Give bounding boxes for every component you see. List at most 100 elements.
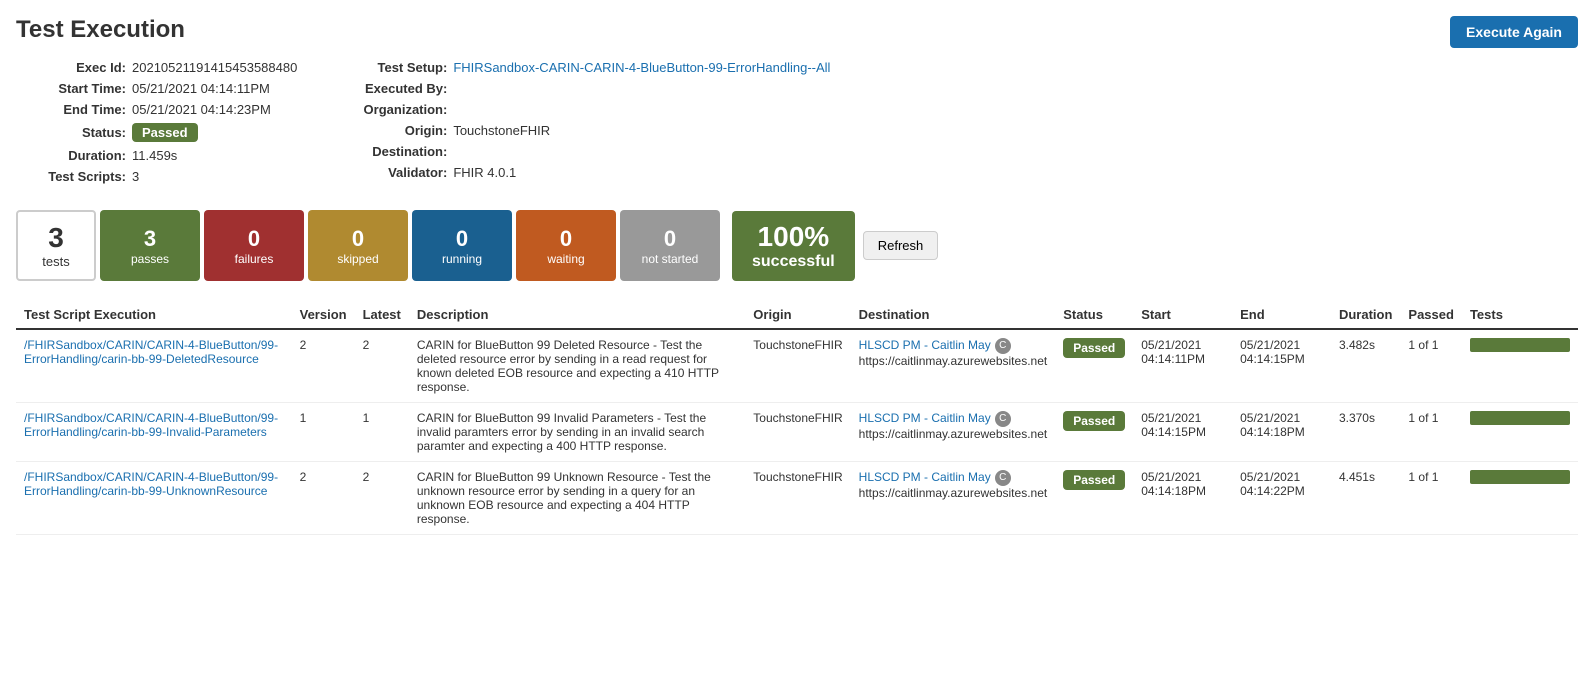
cell-script-2: /FHIRSandbox/CARIN/CARIN-4-BlueButton/99…: [16, 462, 292, 535]
col-duration: Duration: [1331, 301, 1400, 329]
summary-skipped: 0 skipped: [308, 210, 408, 281]
cell-destination-1: HLSCD PM - Caitlin MayC https://caitlinm…: [851, 403, 1056, 462]
table-row: /FHIRSandbox/CARIN/CARIN-4-BlueButton/99…: [16, 403, 1578, 462]
col-origin: Origin: [745, 301, 850, 329]
destination-link-2[interactable]: HLSCD PM - Caitlin May: [859, 470, 991, 484]
summary-bar: 3 tests 3 passes 0 failures 0 skipped 0 …: [16, 210, 1578, 281]
validator-value: FHIR 4.0.1: [453, 165, 516, 180]
progress-bar-container-0: [1470, 338, 1570, 352]
test-scripts-label: Test Scripts:: [16, 169, 126, 184]
col-status: Status: [1055, 301, 1133, 329]
progress-bar-fill-0: [1470, 338, 1570, 352]
start-time-label: Start Time:: [16, 81, 126, 96]
cell-latest-0: 2: [355, 329, 409, 403]
cell-version-0: 2: [292, 329, 355, 403]
duration-value: 11.459s: [132, 148, 177, 163]
progress-bar-fill-1: [1470, 411, 1570, 425]
end-time-label: End Time:: [16, 102, 126, 117]
progress-bar-fill-2: [1470, 470, 1570, 484]
notstarted-label: not started: [642, 252, 699, 266]
destination-link-1[interactable]: HLSCD PM - Caitlin May: [859, 411, 991, 425]
total-num: 3: [48, 222, 64, 254]
status-badge-2: Passed: [1063, 470, 1125, 490]
script-link-2[interactable]: /FHIRSandbox/CARIN/CARIN-4-BlueButton/99…: [24, 470, 278, 498]
destination-label: Destination:: [337, 144, 447, 159]
duration-label: Duration:: [16, 148, 126, 163]
validator-label: Validator:: [337, 165, 447, 180]
cell-status-1: Passed: [1055, 403, 1133, 462]
col-latest: Latest: [355, 301, 409, 329]
cell-description-2: CARIN for BlueButton 99 Unknown Resource…: [409, 462, 745, 535]
summary-running: 0 running: [412, 210, 512, 281]
status-badge: Passed: [132, 123, 198, 142]
destination-url-0: https://caitlinmay.azurewebsites.net: [859, 354, 1048, 368]
summary-notstarted: 0 not started: [620, 210, 720, 281]
table-header-row: Test Script Execution Version Latest Des…: [16, 301, 1578, 329]
script-link-1[interactable]: /FHIRSandbox/CARIN/CARIN-4-BlueButton/99…: [24, 411, 278, 439]
execute-again-button[interactable]: Execute Again: [1450, 16, 1578, 48]
origin-label: Origin:: [337, 123, 447, 138]
cell-start-1: 05/21/2021 04:14:15PM: [1133, 403, 1232, 462]
destination-url-1: https://caitlinmay.azurewebsites.net: [859, 427, 1048, 441]
failures-label: failures: [235, 252, 274, 266]
refresh-button[interactable]: Refresh: [863, 231, 939, 260]
cell-origin-2: TouchstoneFHIR: [745, 462, 850, 535]
test-setup-link[interactable]: FHIRSandbox-CARIN-CARIN-4-BlueButton-99-…: [453, 60, 830, 75]
summary-passes: 3 passes: [100, 210, 200, 281]
cell-end-1: 05/21/2021 04:14:18PM: [1232, 403, 1331, 462]
cell-duration-2: 4.451s: [1331, 462, 1400, 535]
cell-script-0: /FHIRSandbox/CARIN/CARIN-4-BlueButton/99…: [16, 329, 292, 403]
summary-failures: 0 failures: [204, 210, 304, 281]
notstarted-num: 0: [664, 226, 676, 252]
cell-duration-1: 3.370s: [1331, 403, 1400, 462]
running-label: running: [442, 252, 482, 266]
cell-passed-0: 1 of 1: [1400, 329, 1462, 403]
col-end: End: [1232, 301, 1331, 329]
cell-end-0: 05/21/2021 04:14:15PM: [1232, 329, 1331, 403]
skipped-label: skipped: [337, 252, 378, 266]
test-setup-label: Test Setup:: [337, 60, 447, 75]
passes-num: 3: [144, 226, 156, 252]
cell-status-0: Passed: [1055, 329, 1133, 403]
cell-version-1: 1: [292, 403, 355, 462]
script-link-0[interactable]: /FHIRSandbox/CARIN/CARIN-4-BlueButton/99…: [24, 338, 278, 366]
cell-description-1: CARIN for BlueButton 99 Invalid Paramete…: [409, 403, 745, 462]
cell-tests-1: [1462, 403, 1578, 462]
total-label: tests: [42, 254, 69, 269]
col-start: Start: [1133, 301, 1232, 329]
start-time-value: 05/21/2021 04:14:11PM: [132, 81, 270, 96]
page-title: Test Execution: [16, 16, 1578, 44]
cell-end-2: 05/21/2021 04:14:22PM: [1232, 462, 1331, 535]
waiting-num: 0: [560, 226, 572, 252]
executed-by-label: Executed By:: [337, 81, 447, 96]
col-version: Version: [292, 301, 355, 329]
meta-left: Exec Id: 20210521191415453588480 Start T…: [16, 60, 297, 190]
running-num: 0: [456, 226, 468, 252]
status-badge-0: Passed: [1063, 338, 1125, 358]
success-pct: 100%: [758, 221, 830, 253]
cell-tests-2: [1462, 462, 1578, 535]
test-scripts-value: 3: [132, 169, 139, 184]
cell-description-0: CARIN for BlueButton 99 Deleted Resource…: [409, 329, 745, 403]
cell-script-1: /FHIRSandbox/CARIN/CARIN-4-BlueButton/99…: [16, 403, 292, 462]
table-row: /FHIRSandbox/CARIN/CARIN-4-BlueButton/99…: [16, 329, 1578, 403]
end-time-value: 05/21/2021 04:14:23PM: [132, 102, 271, 117]
cell-passed-1: 1 of 1: [1400, 403, 1462, 462]
col-description: Description: [409, 301, 745, 329]
organization-label: Organization:: [337, 102, 447, 117]
c-badge-2: C: [995, 470, 1011, 486]
summary-right: 100% successful Refresh: [724, 210, 938, 281]
col-passed: Passed: [1400, 301, 1462, 329]
origin-value: TouchstoneFHIR: [453, 123, 550, 138]
cell-latest-1: 1: [355, 403, 409, 462]
progress-bar-container-1: [1470, 411, 1570, 425]
waiting-label: waiting: [547, 252, 584, 266]
failures-num: 0: [248, 226, 260, 252]
test-script-table: Test Script Execution Version Latest Des…: [16, 301, 1578, 535]
passes-label: passes: [131, 252, 169, 266]
destination-link-0[interactable]: HLSCD PM - Caitlin May: [859, 338, 991, 352]
cell-latest-2: 2: [355, 462, 409, 535]
summary-waiting: 0 waiting: [516, 210, 616, 281]
col-script: Test Script Execution: [16, 301, 292, 329]
table-row: /FHIRSandbox/CARIN/CARIN-4-BlueButton/99…: [16, 462, 1578, 535]
